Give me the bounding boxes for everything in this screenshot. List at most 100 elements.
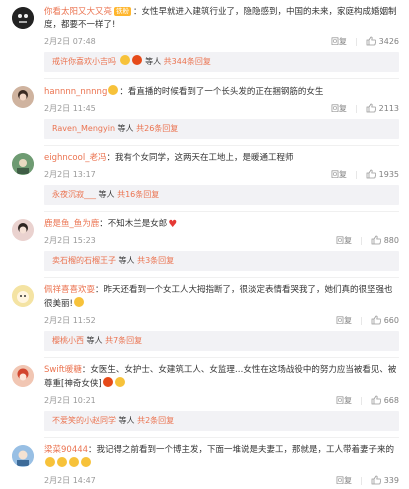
avatar[interactable] (12, 86, 34, 108)
reply-button[interactable]: 回复 (336, 233, 352, 249)
comment-username[interactable]: 梁菜90444 (44, 445, 88, 455)
action-divider: | (354, 104, 358, 113)
reply-mid-text: 等人 (116, 256, 138, 265)
action-divider: | (360, 476, 363, 485)
avatar[interactable] (12, 445, 34, 467)
sub-replies-link[interactable]: Raven_Mengyin 等人 共26条回复 (44, 119, 399, 139)
thumb-up-icon (371, 395, 381, 405)
avatar[interactable] (12, 153, 34, 175)
comment-username[interactable]: 你看太阳又大又亮 (44, 7, 112, 17)
reply-mid-text: 等人 (116, 416, 138, 425)
action-divider: | (354, 37, 358, 46)
comment-username[interactable]: 佩祥喜喜欢耍 (44, 285, 95, 295)
avatar[interactable] (12, 365, 34, 387)
comment-meta: 2月2日 11:45 回复 | 2113 (44, 101, 399, 117)
reply-button[interactable]: 回复 (336, 393, 352, 409)
comment-body: 鹿是鱼_鱼为鹿：不知木兰是女郎♥ (44, 218, 399, 231)
sub-replies-link[interactable]: 永夜沉寂___ 等人 共16条回复 (44, 185, 399, 205)
emoji-icon (102, 377, 113, 387)
comment-actions: 回复 | 2113 (331, 101, 399, 117)
reply-button[interactable]: 回复 (331, 101, 347, 117)
like-count: 3426 (378, 37, 399, 46)
reply-button[interactable]: 回复 (331, 167, 347, 183)
thumb-up-icon (371, 315, 381, 325)
like-count: 1935 (378, 170, 399, 179)
reply-username[interactable]: 卖石榴的石榴王子 (52, 256, 116, 265)
comment-date: 2月2日 11:52 (44, 316, 96, 325)
comment-item: 佩祥喜喜欢耍：昨天还看到一个女工人大拇指断了，很淡定表情看哭我了，她们真的很坚强… (0, 278, 409, 358)
like-button[interactable]: 339 (371, 473, 399, 489)
emoji-icon (81, 457, 91, 467)
thumb-up-icon (371, 475, 381, 485)
avatar-image (12, 365, 34, 387)
comment-feed: 你看太阳又大又亮 铁粉 ：女性早就进入建筑行业了，隐隐感到，中国的未来，家庭构成婚姻… (0, 0, 409, 485)
comment-meta: 2月2日 14:47 回复 | 339 (44, 473, 399, 489)
comment-actions: 回复 | 1935 (331, 167, 399, 183)
comment-meta: 2月2日 15:23 回复 | 880 (44, 233, 399, 249)
action-divider: | (360, 316, 363, 325)
like-button[interactable]: 2113 (366, 101, 399, 117)
comment-item: eighncool_老冯：我有个女同学，这两天在工地上，是暖通工程师 2月2日 … (0, 146, 409, 212)
reply-username[interactable]: 樱桃小西 (52, 336, 84, 345)
sub-replies-link[interactable]: 不爱笑的小赵同学 等人 共2条回复 (44, 411, 399, 431)
avatar-image (12, 219, 34, 241)
like-count: 660 (383, 316, 399, 325)
reply-username[interactable]: 不爱笑的小赵同学 (52, 416, 116, 425)
emoji-icon (108, 85, 119, 95)
reply-button[interactable]: 回复 (331, 34, 347, 50)
sub-replies-link[interactable]: 戒许你喜欢小吉吗 等人 共344条回复 (44, 52, 399, 72)
avatar[interactable] (12, 219, 34, 241)
comment-text: ：看直播的时候看到了一个长头发的正在捆钢筋的女生 (119, 87, 324, 97)
comment-actions: 回复 | 3426 (331, 34, 399, 50)
avatar-image (12, 445, 34, 467)
avatar-image (12, 86, 34, 108)
reply-count[interactable]: 共7条回复 (105, 336, 142, 345)
avatar[interactable] (12, 285, 34, 307)
comment-body: eighncool_老冯：我有个女同学，这两天在工地上，是暖通工程师 (44, 152, 399, 165)
reply-username[interactable]: Raven_Mengyin (52, 124, 115, 133)
emoji-icon (114, 377, 125, 387)
comment-body: 佩祥喜喜欢耍：昨天还看到一个女工人大拇指断了，很淡定表情看哭我了，她们真的很坚强… (44, 284, 399, 311)
like-button[interactable]: 880 (371, 233, 399, 249)
like-count: 668 (383, 396, 399, 405)
like-button[interactable]: 3426 (366, 34, 399, 50)
reply-mid-text: 等人 (84, 336, 106, 345)
action-divider: | (354, 170, 358, 179)
like-count: 880 (383, 236, 399, 245)
comment-item: 梁菜90444：我记得之前看到一个博主发，下面一堆说是夫妻工，那就是，工人带着妻… (0, 438, 409, 489)
reply-mid-text: 等人 (115, 124, 137, 133)
avatar[interactable] (12, 7, 34, 29)
like-button[interactable]: 668 (371, 393, 399, 409)
reply-count[interactable]: 共16条回复 (117, 190, 159, 199)
fan-badge: 铁粉 (114, 7, 132, 16)
reply-count[interactable]: 共2条回复 (137, 416, 174, 425)
comment-username[interactable]: eighncool_老冯 (44, 153, 106, 163)
comment-body: hannnn_nnnng ：看直播的时候看到了一个长头发的正在捆钢筋的女生 (44, 85, 399, 99)
comment-item: hannnn_nnnng ：看直播的时候看到了一个长头发的正在捆钢筋的女生 2月2… (0, 79, 409, 146)
emoji-icon (57, 457, 67, 467)
reply-count[interactable]: 共26条回复 (136, 124, 178, 133)
sub-replies-link[interactable]: 卖石榴的石榴王子 等人 共3条回复 (44, 251, 399, 271)
like-button[interactable]: 660 (371, 313, 399, 329)
heart-icon: ♥ (168, 219, 178, 230)
reply-username[interactable]: 永夜沉寂___ (52, 190, 96, 199)
reply-count[interactable]: 共3条回复 (137, 256, 174, 265)
thumb-up-icon (366, 36, 376, 46)
emoji-icon (45, 457, 55, 467)
comment-username[interactable]: hannnn_nnnng (44, 87, 107, 97)
comment-date: 2月2日 15:23 (44, 236, 96, 245)
reply-count[interactable]: 共344条回复 (164, 57, 211, 66)
comment-meta: 2月2日 07:48 回复 | 3426 (44, 34, 399, 50)
reply-username[interactable]: 戒许你喜欢小吉吗 (52, 57, 116, 66)
comment-username[interactable]: Swift暖糖 (44, 365, 82, 375)
reply-button[interactable]: 回复 (336, 473, 352, 489)
reply-button[interactable]: 回复 (336, 313, 352, 329)
like-button[interactable]: 1935 (366, 167, 399, 183)
sub-replies-link[interactable]: 樱桃小西 等人 共7条回复 (44, 331, 399, 351)
comment-username[interactable]: 鹿是鱼_鱼为鹿 (44, 219, 99, 229)
comment-text: ：我记得之前看到一个博主发，下面一堆说是夫妻工，那就是，工人带着妻子来的 (88, 445, 395, 455)
comment-item: 你看太阳又大又亮 铁粉 ：女性早就进入建筑行业了，隐隐感到，中国的未来，家庭构成婚姻… (0, 0, 409, 79)
avatar-image (12, 7, 34, 29)
action-divider: | (360, 396, 363, 405)
comment-date: 2月2日 13:17 (44, 170, 96, 179)
